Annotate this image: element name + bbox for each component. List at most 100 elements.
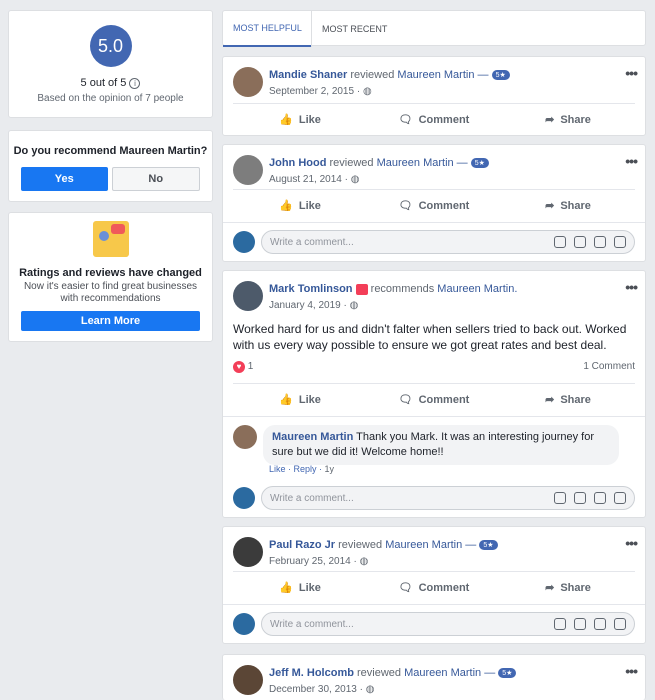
review-post: John Hood reviewed Maureen Martin — 5★ A… <box>222 144 646 262</box>
share-icon: ➦ <box>545 114 555 126</box>
comment-button[interactable]: 🗨 Comment <box>367 572 501 603</box>
post-verb: reviewed <box>338 539 383 551</box>
share-icon: ➦ <box>545 582 555 594</box>
more-options-icon[interactable]: ••• <box>625 65 638 81</box>
share-button[interactable]: ➦ Share <box>501 190 635 221</box>
review-post: Mandie Shaner reviewed Maureen Martin — … <box>222 56 646 136</box>
emoji-icon[interactable] <box>554 618 566 630</box>
emoji-icon[interactable] <box>554 492 566 504</box>
more-options-icon[interactable]: ••• <box>625 279 638 295</box>
rating-card: 5.0 5 out of 5 i Based on the opinion of… <box>8 10 213 118</box>
share-button[interactable]: ➦ Share <box>501 384 635 415</box>
post-date[interactable]: December 30, 2013 · <box>269 684 363 695</box>
globe-icon: ◍ <box>365 684 375 695</box>
rating-badge: 5★ <box>498 668 517 679</box>
camera-icon[interactable] <box>574 618 586 630</box>
info-icon[interactable]: i <box>129 78 141 89</box>
gif-icon[interactable] <box>594 492 606 504</box>
post-target[interactable]: Maureen Martin. <box>437 283 517 295</box>
notice-card: Ratings and reviews have changed Now it'… <box>8 212 213 342</box>
post-text: Worked hard for us and didn't falter whe… <box>233 322 627 352</box>
rating-badge: 5★ <box>479 540 498 551</box>
globe-icon: ◍ <box>362 86 372 97</box>
like-button[interactable]: 👍 Like <box>233 384 367 415</box>
avatar[interactable] <box>233 537 263 567</box>
camera-icon[interactable] <box>574 236 586 248</box>
like-button[interactable]: 👍 Like <box>233 572 367 603</box>
thumbs-up-icon: 👍 <box>279 582 293 594</box>
tab-most-recent[interactable]: MOST RECENT <box>311 11 397 47</box>
emoji-icon[interactable] <box>554 236 566 248</box>
post-target[interactable]: Maureen Martin — <box>377 157 468 169</box>
comment-button[interactable]: 🗨 Comment <box>367 190 501 221</box>
rating-badge: 5★ <box>470 158 489 169</box>
like-button[interactable]: 👍 Like <box>233 104 367 135</box>
tab-most-helpful[interactable]: MOST HELPFUL <box>223 11 312 47</box>
learn-more-button[interactable]: Learn More <box>21 311 200 331</box>
recommend-card: Do you recommend Maureen Martin? Yes No <box>8 130 213 202</box>
reply-author[interactable]: Maureen Martin <box>272 431 353 443</box>
sticker-icon[interactable] <box>614 618 626 630</box>
rating-score: 5.0 <box>89 25 132 67</box>
notice-body: Now it's easier to find great businesses… <box>23 281 198 304</box>
share-icon: ➦ <box>545 200 555 212</box>
post-author[interactable]: Mandie Shaner <box>269 69 347 81</box>
comment-button[interactable]: 🗨 Comment <box>367 384 501 415</box>
avatar[interactable] <box>233 155 263 185</box>
recommend-icon <box>355 283 368 295</box>
avatar[interactable] <box>233 281 263 311</box>
reply-like-link[interactable]: Like <box>269 464 286 474</box>
reply-reply-link[interactable]: Reply <box>294 464 317 474</box>
comment-icon: 🗨 <box>398 582 413 594</box>
reply-avatar[interactable] <box>233 425 257 449</box>
gif-icon[interactable] <box>594 618 606 630</box>
share-icon: ➦ <box>545 394 555 406</box>
my-avatar <box>233 613 255 635</box>
my-avatar <box>233 487 255 509</box>
comment-icon: 🗨 <box>398 394 413 406</box>
globe-icon: ◍ <box>350 174 360 185</box>
comment-input[interactable]: Write a comment... <box>261 612 635 636</box>
no-button[interactable]: No <box>111 167 200 191</box>
more-options-icon[interactable]: ••• <box>625 663 638 679</box>
comment-count[interactable]: 1 Comment <box>583 361 635 372</box>
thumbs-up-icon: 👍 <box>279 114 293 126</box>
avatar[interactable] <box>233 67 263 97</box>
post-author[interactable]: John Hood <box>269 157 326 169</box>
sticker-icon[interactable] <box>614 236 626 248</box>
rating-out-of: 5 out of 5 <box>80 77 127 89</box>
comment-input[interactable]: Write a comment... <box>261 486 635 510</box>
post-target[interactable]: Maureen Martin — <box>397 69 488 81</box>
recommend-question: Do you recommend Maureen Martin? <box>13 145 208 157</box>
post-date[interactable]: September 2, 2015 · <box>269 86 360 97</box>
post-date[interactable]: August 21, 2014 · <box>269 174 348 185</box>
ratings-illustration-icon <box>92 221 129 257</box>
sticker-icon[interactable] <box>614 492 626 504</box>
share-button[interactable]: ➦ Share <box>501 104 635 135</box>
post-author[interactable]: Paul Razo Jr <box>269 539 335 551</box>
globe-icon: ◍ <box>349 300 359 311</box>
post-target[interactable]: Maureen Martin — <box>404 667 495 679</box>
like-button[interactable]: 👍 Like <box>233 190 367 221</box>
gif-icon[interactable] <box>594 236 606 248</box>
love-reaction-icon[interactable]: ♥ <box>233 361 245 373</box>
comment-input[interactable]: Write a comment... <box>261 230 635 254</box>
post-author[interactable]: Jeff M. Holcomb <box>269 667 354 679</box>
reply-bubble: Maureen Martin Thank you Mark. It was an… <box>263 425 619 465</box>
yes-button[interactable]: Yes <box>21 167 108 191</box>
post-date[interactable]: February 25, 2014 · <box>269 556 357 567</box>
reply-age[interactable]: 1y <box>325 464 335 474</box>
share-button[interactable]: ➦ Share <box>501 572 635 603</box>
post-target[interactable]: Maureen Martin — <box>385 539 476 551</box>
post-date[interactable]: January 4, 2019 · <box>269 300 347 311</box>
more-options-icon[interactable]: ••• <box>625 535 638 551</box>
reaction-count[interactable]: 1 <box>248 361 254 372</box>
camera-icon[interactable] <box>574 492 586 504</box>
comment-button[interactable]: 🗨 Comment <box>367 104 501 135</box>
avatar[interactable] <box>233 665 263 695</box>
comment-icon: 🗨 <box>398 114 413 126</box>
notice-title: Ratings and reviews have changed <box>19 267 202 279</box>
thumbs-up-icon: 👍 <box>279 200 293 212</box>
post-author[interactable]: Mark Tomlinson <box>269 283 353 295</box>
more-options-icon[interactable]: ••• <box>625 153 638 169</box>
